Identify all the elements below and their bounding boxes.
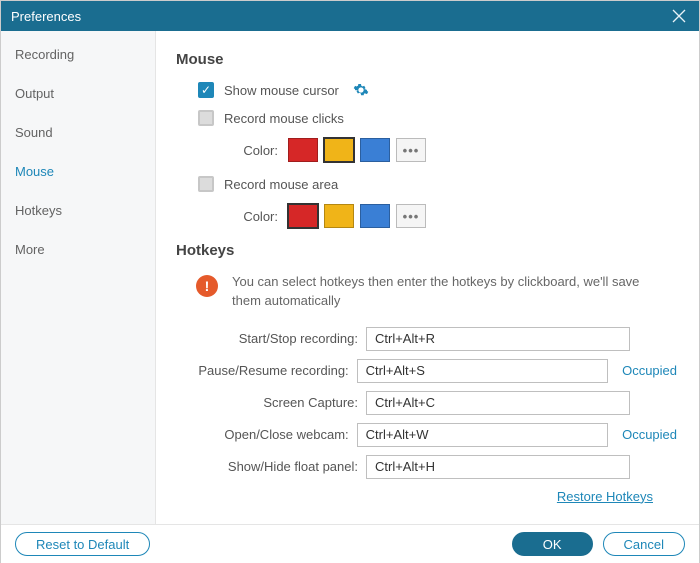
area-color-more[interactable]: ••• bbox=[396, 204, 426, 228]
hotkey-label-capture: Screen Capture: bbox=[176, 395, 366, 410]
clicks-color-more[interactable]: ••• bbox=[396, 138, 426, 162]
area-color-blue[interactable] bbox=[360, 204, 390, 228]
record-area-checkbox[interactable] bbox=[198, 176, 214, 192]
sidebar: Recording Output Sound Mouse Hotkeys Mor… bbox=[1, 31, 156, 524]
content-pane: Mouse ✓ Show mouse cursor Record mouse c… bbox=[156, 31, 699, 524]
area-color-red[interactable] bbox=[288, 204, 318, 228]
area-color-label: Color: bbox=[236, 209, 278, 224]
sidebar-item-mouse[interactable]: Mouse bbox=[1, 152, 155, 191]
show-cursor-checkbox[interactable]: ✓ bbox=[198, 82, 214, 98]
window-title: Preferences bbox=[11, 9, 669, 24]
show-cursor-label: Show mouse cursor bbox=[224, 83, 339, 98]
gear-icon[interactable] bbox=[353, 82, 369, 98]
mouse-heading: Mouse bbox=[176, 51, 677, 68]
hotkey-label-pause: Pause/Resume recording: bbox=[176, 363, 357, 378]
hotkey-input-float[interactable] bbox=[366, 455, 630, 479]
hotkeys-hint: You can select hotkeys then enter the ho… bbox=[232, 273, 677, 311]
sidebar-item-hotkeys[interactable]: Hotkeys bbox=[1, 191, 155, 230]
hotkey-label-webcam: Open/Close webcam: bbox=[176, 427, 357, 442]
hotkeys-heading: Hotkeys bbox=[176, 242, 677, 259]
sidebar-item-more[interactable]: More bbox=[1, 230, 155, 269]
warning-icon: ! bbox=[196, 275, 218, 297]
titlebar: Preferences bbox=[1, 1, 699, 31]
occupied-badge: Occupied bbox=[622, 427, 677, 442]
clicks-color-yellow[interactable] bbox=[324, 138, 354, 162]
hotkey-input-webcam[interactable] bbox=[357, 423, 608, 447]
hotkey-label-start: Start/Stop recording: bbox=[176, 331, 366, 346]
hotkey-label-float: Show/Hide float panel: bbox=[176, 459, 366, 474]
record-clicks-label: Record mouse clicks bbox=[224, 111, 344, 126]
clicks-color-red[interactable] bbox=[288, 138, 318, 162]
occupied-badge: Occupied bbox=[622, 363, 677, 378]
hotkey-input-capture[interactable] bbox=[366, 391, 630, 415]
restore-hotkeys-link[interactable]: Restore Hotkeys bbox=[557, 489, 653, 504]
area-color-yellow[interactable] bbox=[324, 204, 354, 228]
sidebar-item-output[interactable]: Output bbox=[1, 74, 155, 113]
reset-button[interactable]: Reset to Default bbox=[15, 532, 150, 556]
clicks-color-blue[interactable] bbox=[360, 138, 390, 162]
sidebar-item-recording[interactable]: Recording bbox=[1, 35, 155, 74]
ok-button[interactable]: OK bbox=[512, 532, 593, 556]
footer: Reset to Default OK Cancel bbox=[1, 524, 699, 563]
record-area-label: Record mouse area bbox=[224, 177, 338, 192]
hotkey-input-start[interactable] bbox=[366, 327, 630, 351]
record-clicks-checkbox[interactable] bbox=[198, 110, 214, 126]
clicks-color-label: Color: bbox=[236, 143, 278, 158]
sidebar-item-sound[interactable]: Sound bbox=[1, 113, 155, 152]
hotkey-input-pause[interactable] bbox=[357, 359, 608, 383]
close-icon[interactable] bbox=[669, 6, 689, 26]
cancel-button[interactable]: Cancel bbox=[603, 532, 685, 556]
